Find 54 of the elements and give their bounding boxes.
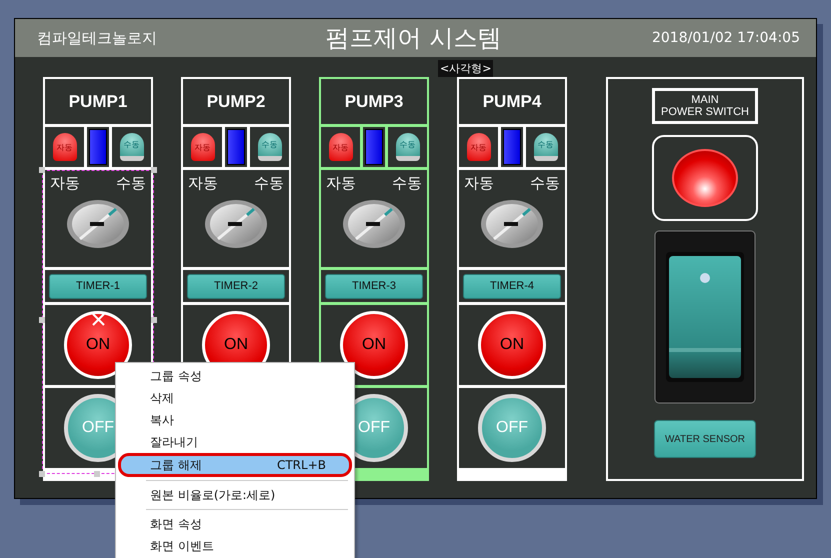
level-bar — [89, 129, 107, 165]
water-sensor-button[interactable]: WATER SENSOR — [654, 420, 756, 458]
label-line: POWER SWITCH — [661, 106, 749, 118]
timer-button[interactable]: TIMER-2 — [187, 274, 285, 298]
resize-handle[interactable] — [151, 167, 157, 173]
date-time: 2018/01/02 17:04:05 — [650, 30, 800, 46]
timer-button[interactable]: TIMER-4 — [463, 274, 561, 298]
mode-label: 자동 — [50, 174, 80, 193]
on-button[interactable]: ON — [340, 311, 408, 379]
selector-knob-icon — [66, 199, 130, 249]
lamp-indicator: 자동 — [328, 133, 352, 161]
pump-name: PUMP4 — [482, 92, 542, 112]
on-button[interactable]: ON — [64, 311, 132, 379]
menu-item[interactable]: 화면 이벤트 — [116, 535, 354, 557]
resize-handle[interactable] — [39, 167, 45, 173]
timer-button[interactable]: TIMER-1 — [49, 274, 147, 298]
pump-name: PUMP3 — [344, 92, 404, 112]
shortcut-text: CTRL+B — [276, 458, 326, 472]
mode-label: 수동 — [530, 174, 560, 193]
resize-handle[interactable] — [94, 471, 100, 477]
mode-label: 자동 — [326, 174, 356, 193]
tooltip: <사각형> — [438, 60, 494, 77]
lamp-indicator: 자동 — [52, 133, 76, 161]
screen-title: 펌프제어 시스템 — [324, 23, 502, 54]
mode-label: 수동 — [392, 174, 422, 193]
lamp-indicator: 수동 — [534, 133, 558, 161]
lamp-indicator: 수동 — [258, 133, 282, 161]
selector-knob-icon — [342, 199, 406, 249]
selector-knob-icon — [204, 199, 268, 249]
rocker-switch-icon — [654, 230, 756, 404]
level-bar — [227, 129, 245, 165]
label-line: MAIN — [691, 94, 719, 106]
level-bar — [503, 129, 521, 165]
on-button[interactable]: ON — [478, 311, 546, 379]
lamp-indicator: 자동 — [190, 133, 214, 161]
lamp-indicator: 자동 — [466, 133, 490, 161]
resize-handle[interactable] — [39, 471, 45, 477]
mode-label: 수동 — [254, 174, 284, 193]
mode-label: 자동 — [188, 174, 218, 193]
pump-name: PUMP2 — [206, 92, 266, 112]
resize-handle[interactable] — [39, 317, 45, 323]
menu-item[interactable]: 원본 비율로(가로:세로) — [116, 484, 354, 506]
menu-item[interactable]: 그룹 해제 CTRL+B — [118, 453, 352, 477]
lamp-indicator: 수동 — [396, 133, 420, 161]
pump-name: PUMP1 — [68, 92, 128, 112]
menu-item[interactable]: 화면 속성 — [116, 513, 354, 535]
company-name: 컴파일테크놀로지 — [37, 28, 158, 48]
resize-handle[interactable] — [151, 317, 157, 323]
selector-knob-icon — [480, 199, 544, 249]
level-bar — [365, 129, 383, 165]
timer-button[interactable]: TIMER-3 — [325, 274, 423, 298]
mode-label: 자동 — [464, 174, 494, 193]
mode-label: 수동 — [116, 174, 146, 193]
lamp-indicator: 수동 — [120, 133, 144, 161]
